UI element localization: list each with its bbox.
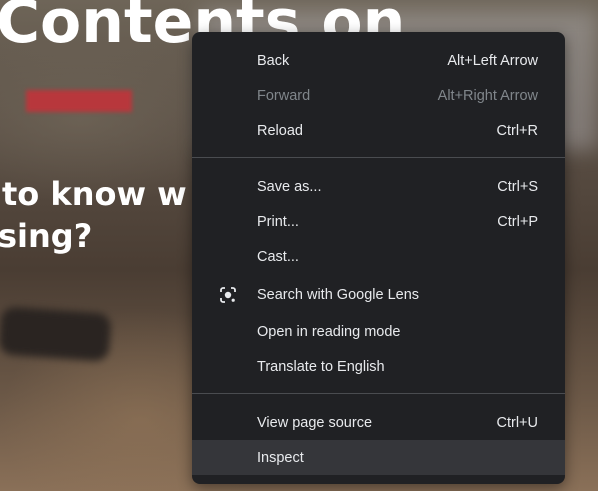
page-subheading-line-1: to know w	[2, 175, 187, 213]
menu-item-translate[interactable]: Translate to English	[192, 349, 565, 384]
page-subheading-line-2: sing?	[0, 217, 93, 255]
menu-item-shortcut: Ctrl+R	[496, 122, 539, 139]
menu-item-reload[interactable]: Reload Ctrl+R	[192, 113, 565, 148]
menu-item-shortcut: Ctrl+P	[497, 213, 538, 230]
menu-separator	[192, 393, 565, 394]
menu-item-search-google-lens[interactable]: Search with Google Lens	[192, 277, 565, 312]
menu-item-label: Print...	[257, 213, 299, 230]
background-dark-object	[0, 306, 112, 362]
menu-item-inspect[interactable]: Inspect	[192, 440, 565, 475]
menu-item-label: Translate to English	[257, 358, 385, 375]
menu-item-label: Cast...	[257, 248, 299, 265]
menu-item-label: Forward	[257, 87, 311, 104]
menu-item-view-source[interactable]: View page source Ctrl+U	[192, 405, 565, 440]
menu-item-save-as[interactable]: Save as... Ctrl+S	[192, 169, 565, 204]
menu-item-shortcut: Alt+Left Arrow	[447, 52, 538, 69]
menu-item-label: Save as...	[257, 178, 322, 195]
menu-item-shortcut: Alt+Right Arrow	[437, 87, 538, 104]
menu-item-shortcut: Ctrl+S	[497, 178, 538, 195]
menu-item-shortcut: Ctrl+U	[496, 414, 539, 431]
menu-item-label: View page source	[257, 414, 373, 431]
menu-item-label: Inspect	[257, 449, 304, 466]
menu-item-cast[interactable]: Cast...	[192, 239, 565, 274]
context-menu: Back Alt+Left Arrow Forward Alt+Right Ar…	[192, 32, 565, 484]
menu-item-forward: Forward Alt+Right Arrow	[192, 78, 565, 113]
google-lens-icon	[219, 286, 237, 304]
menu-item-label: Back	[257, 52, 290, 69]
menu-item-reading-mode[interactable]: Open in reading mode	[192, 314, 565, 349]
menu-item-back[interactable]: Back Alt+Left Arrow	[192, 43, 565, 78]
menu-item-print[interactable]: Print... Ctrl+P	[192, 204, 565, 239]
menu-item-label: Open in reading mode	[257, 323, 401, 340]
menu-item-label: Reload	[257, 122, 303, 139]
menu-separator	[192, 157, 565, 158]
menu-item-label: Search with Google Lens	[257, 286, 420, 303]
background-red-shape	[26, 90, 132, 112]
